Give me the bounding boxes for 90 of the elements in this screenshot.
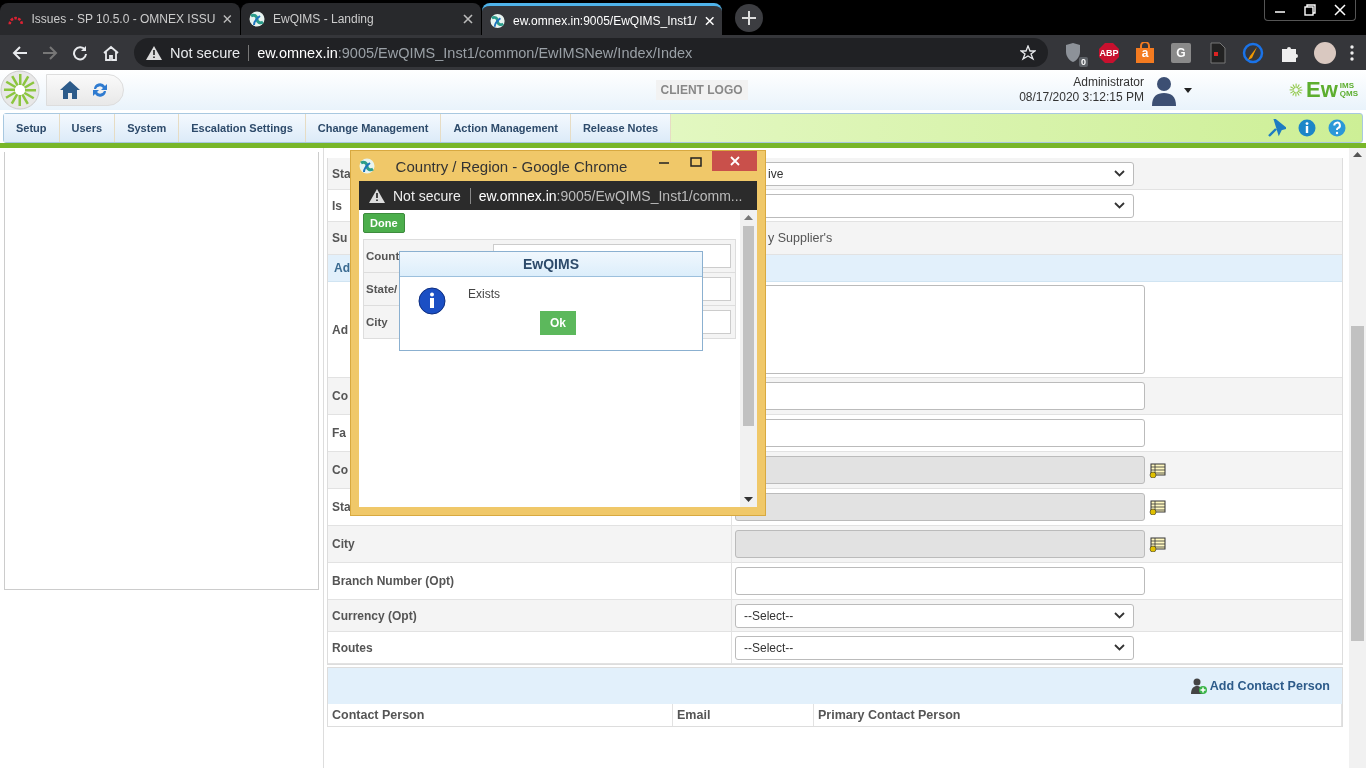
warning-icon	[146, 45, 162, 60]
brand-label: QMS	[1339, 90, 1358, 98]
browser-tab[interactable]: EwQIMS - Landing	[241, 3, 481, 35]
date-time: 08/17/2020 3:12:15 PM	[1019, 90, 1144, 105]
menu-item[interactable]: Release Notes	[570, 114, 672, 142]
menu-item[interactable]: Escalation Settings	[179, 114, 306, 142]
dialog-title: EwQIMS	[523, 256, 579, 272]
scrollbar-thumb[interactable]	[743, 226, 754, 426]
field-label: Ad	[332, 322, 348, 337]
close-button[interactable]	[712, 151, 757, 171]
input-field[interactable]	[735, 493, 1145, 521]
user-name: Administrator	[1072, 75, 1144, 90]
field-label: Is	[332, 198, 342, 213]
security-label: Not secure	[393, 187, 471, 204]
globe-icon	[249, 11, 265, 27]
lookup-icon[interactable]	[1149, 462, 1166, 478]
chevron-icon[interactable]	[1114, 644, 1125, 651]
field-label: Count	[365, 250, 400, 262]
field-label: Fa	[332, 426, 346, 440]
chevron-icon[interactable]	[1114, 612, 1125, 619]
field-label: Sta	[332, 166, 351, 181]
menu-item[interactable]: Change Management	[305, 114, 442, 142]
extension-button[interactable]: ABP	[1098, 41, 1120, 64]
column-header: Contact Person	[328, 704, 673, 726]
menu-item[interactable]: Setup	[4, 114, 60, 142]
forward-icon[interactable]	[42, 44, 58, 61]
close-icon[interactable]	[463, 14, 473, 24]
profile-avatar[interactable]	[1314, 41, 1336, 64]
pin-icon[interactable]	[1268, 119, 1286, 137]
chevron-icon[interactable]	[1114, 170, 1125, 177]
section-title: Ad	[334, 261, 350, 275]
input-field[interactable]	[735, 567, 1145, 595]
globe-icon	[359, 158, 375, 174]
menu-item[interactable]: Action Management	[441, 114, 571, 142]
lookup-icon[interactable]	[1149, 499, 1166, 515]
field-label: Routes	[332, 640, 373, 655]
starburst-icon	[1287, 82, 1304, 98]
menu-item[interactable]: System	[115, 114, 180, 142]
chevron-icon[interactable]	[1114, 202, 1125, 209]
browser-tab[interactable]: ew.omnex.in:9005/EwQIMS_Inst1/	[482, 3, 722, 35]
extension-button[interactable]	[1242, 41, 1264, 64]
field-label: City	[365, 316, 388, 328]
back-icon[interactable]	[12, 44, 28, 61]
add-contact-link[interactable]: Add Contact Person	[1184, 677, 1336, 695]
star-icon[interactable]	[1020, 44, 1036, 61]
scrollbar-thumb[interactable]	[1351, 326, 1364, 641]
home-icon[interactable]	[102, 44, 120, 61]
brand-label: IMS	[1339, 82, 1355, 90]
close-icon[interactable]	[223, 14, 232, 24]
select-field[interactable]: --Select--	[735, 603, 1134, 628]
maximize-icon[interactable]	[690, 157, 702, 167]
lookup-icon[interactable]	[1149, 536, 1166, 552]
browser-tab[interactable]: Issues - SP 10.5.0 - OMNEX ISSU	[0, 3, 240, 35]
plus-icon[interactable]	[742, 11, 756, 25]
home-icon[interactable]	[59, 80, 81, 100]
menu-icon[interactable]	[1350, 44, 1354, 61]
url-text: ew.omnex.in:9005/EwQIMS_Inst1/comm...	[478, 187, 743, 204]
field-label: Currency (Opt)	[332, 608, 417, 623]
scroll-down-icon[interactable]	[744, 497, 753, 502]
menu-item[interactable]: Users	[59, 114, 116, 142]
info-icon	[418, 287, 446, 315]
window-title: Country / Region - Google Chrome	[394, 157, 629, 175]
input-field[interactable]	[735, 530, 1145, 558]
help-icon[interactable]	[1328, 119, 1346, 137]
globe-icon	[490, 12, 506, 29]
field-label: State/	[365, 283, 398, 295]
field-text: y Supplier's	[767, 231, 833, 245]
client-logo: CLIENT LOGO	[655, 80, 748, 100]
user-avatar-icon[interactable]	[1149, 74, 1178, 106]
dialog-message: Exists	[468, 287, 501, 301]
scroll-up-icon[interactable]	[744, 215, 753, 220]
field-label: Co	[332, 463, 348, 477]
field-label: Sta	[332, 500, 351, 514]
warning-icon	[369, 188, 385, 203]
field-label: Su	[332, 231, 348, 245]
field-label: Co	[332, 389, 348, 403]
new-tab-button[interactable]	[735, 4, 763, 32]
select-field[interactable]: --Select--	[735, 635, 1134, 660]
field-label: Branch Number (Opt)	[332, 574, 454, 588]
person-add-icon	[1190, 678, 1207, 694]
address-bar[interactable]: Not secure ew.omnex.in:9005/EwQIMS_Inst1/common/EwIMSNew/Index/Index	[134, 38, 1048, 67]
refresh-icon[interactable]	[91, 81, 109, 99]
reload-icon[interactable]	[72, 44, 88, 61]
column-header: Email	[673, 704, 814, 726]
info-icon[interactable]	[1298, 119, 1316, 137]
caret-icon[interactable]	[1183, 87, 1192, 93]
column-header: Primary Contact Person	[814, 704, 1342, 726]
field-label: City	[332, 537, 355, 551]
scroll-up-icon[interactable]	[1353, 152, 1362, 157]
brand-name: Ew	[1305, 77, 1338, 103]
